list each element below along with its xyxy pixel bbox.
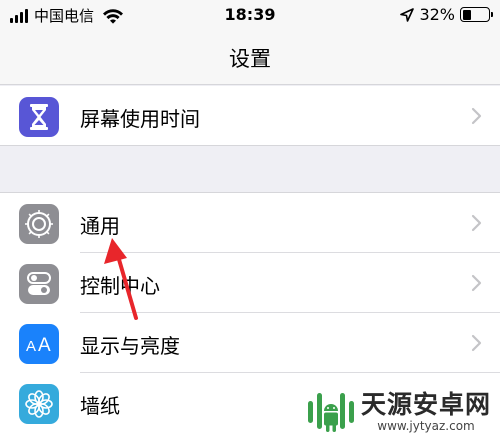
android-robot-logo [308,393,354,432]
battery-fill [462,9,471,20]
settings-group-screen-time: 屏幕使用时间 [0,86,500,146]
page-title: 设置 [229,47,271,71]
settings-row-control-center[interactable]: 控制中心 [0,253,500,313]
settings-row-screen-time[interactable]: 屏幕使用时间 [0,86,500,146]
chevron-right-icon [471,214,482,232]
watermark-text: 天源安卓网 www.jytyaz.com [361,390,492,434]
settings-row-label: 显示与亮度 [80,334,180,358]
status-bar: 中国电信 18:39 32% [0,0,500,30]
toggle-switches-icon [27,272,51,295]
watermark: 天源安卓网 www.jytyaz.com [305,385,500,439]
chevron-right-icon [471,274,482,292]
settings-row-label: 墙纸 [80,394,120,418]
chevron-right-icon [471,334,482,352]
watermark-url: www.jytyaz.com [377,419,475,433]
battery-icon [460,7,493,22]
svg-text:A: A [38,335,51,356]
nav-bar: 设置 [0,30,500,85]
status-right: 32% [400,5,493,24]
settings-row-general[interactable]: 通用 [0,193,500,253]
settings-row-label: 控制中心 [80,274,160,298]
settings-row-label: 屏幕使用时间 [80,107,200,131]
wallpaper-icon-tile [19,384,59,424]
control-center-icon-tile [19,264,59,304]
gear-icon [25,210,53,238]
general-icon-tile [19,204,59,244]
settings-row-display-brightness[interactable]: A A 显示与亮度 [0,313,500,373]
flower-icon [25,390,53,418]
text-size-icon: A A [26,335,51,356]
svg-text:A: A [26,338,36,355]
watermark-name: 天源安卓网 [361,390,492,419]
battery-percent: 32% [419,5,455,24]
chevron-right-icon [471,107,482,125]
settings-row-label: 通用 [80,214,120,238]
display-icon-tile: A A [19,324,59,364]
location-arrow-icon [400,7,415,22]
hourglass-icon [30,104,48,130]
screen-time-icon-tile [19,97,59,137]
